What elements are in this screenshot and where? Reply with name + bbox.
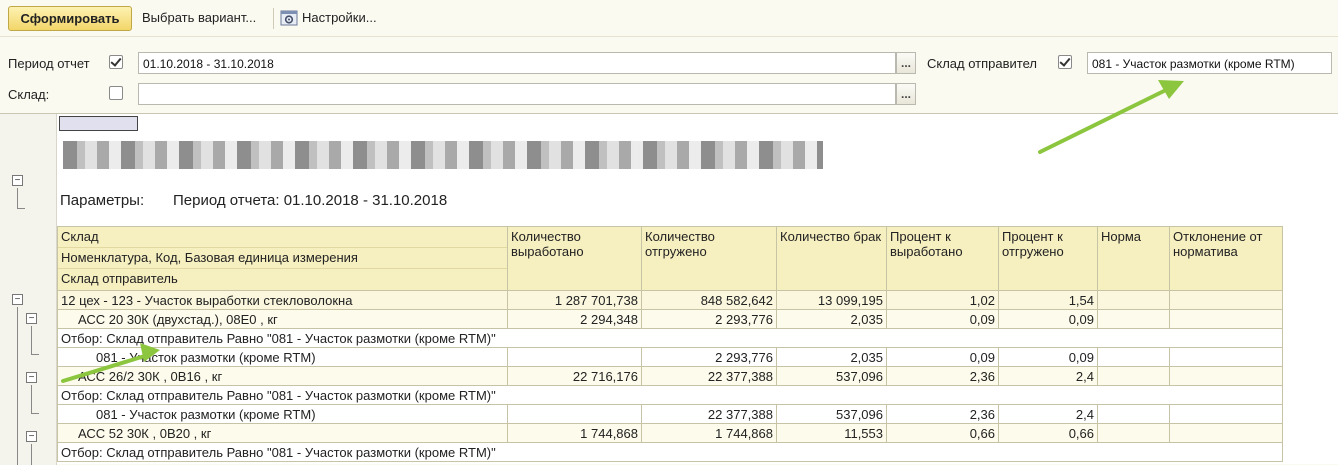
row-name[interactable]: АСС 20 30К (двухстад.), 08Е0 , кг	[57, 309, 508, 329]
sender-warehouse-input[interactable]: 081 - Участок размотки (кроме RTM)	[1087, 52, 1332, 74]
cell-pct-produced[interactable]: 1,02	[886, 290, 999, 310]
cell-defect[interactable]: 537,096	[776, 366, 887, 386]
header-deviation: Отклонение от норматива	[1169, 226, 1283, 291]
row-name[interactable]: АСС 26/2 30К , 0В16 , кг	[57, 366, 508, 386]
sender-warehouse-label: Склад отправител	[927, 56, 1037, 71]
settings-icon[interactable]	[280, 9, 298, 27]
cell-pct-produced[interactable]: 0,09	[886, 347, 999, 367]
cell-pct-shipped[interactable]: 1,54	[998, 290, 1098, 310]
grouping-gutter: − − − − −	[0, 114, 57, 465]
table-row: АСС 20 30К (двухстад.), 08Е0 , кг 2 294,3…	[57, 309, 1283, 329]
collapse-icon[interactable]: −	[26, 431, 37, 442]
filter-panel: Период отчет 01.10.2018 - 31.10.2018 ...…	[0, 37, 1338, 113]
cell-pct-shipped[interactable]: 2,4	[998, 404, 1098, 424]
cell-deviation[interactable]	[1169, 404, 1283, 424]
period-label: Период отчет	[8, 56, 90, 71]
filter-row: Отбор: Склад отправитель Равно "081 - Уч…	[57, 385, 1283, 405]
sender-warehouse-checkbox[interactable]	[1058, 55, 1072, 69]
cell-defect[interactable]: 2,035	[776, 309, 887, 329]
cell-norm[interactable]	[1097, 347, 1170, 367]
cell-defect[interactable]: 13 099,195	[776, 290, 887, 310]
cell-produced[interactable]: 1 744,868	[507, 423, 642, 443]
header-produced: Количество выработано	[507, 226, 642, 291]
collapse-icon[interactable]: −	[26, 372, 37, 383]
header-defect: Количество брак	[776, 226, 887, 291]
cell-deviation[interactable]	[1169, 290, 1283, 310]
params-value: Период отчета: 01.10.2018 - 31.10.2018	[173, 192, 448, 209]
cell-pct-produced[interactable]: 0,66	[886, 423, 999, 443]
report-area: − − − − − Параметры: Период отчета: 01.1…	[0, 113, 1338, 465]
filter-text: Отбор: Склад отправитель Равно "081 - Уч…	[57, 328, 1283, 348]
filter-row: Отбор: Склад отправитель Равно "081 - Уч…	[57, 442, 1283, 462]
period-input[interactable]: 01.10.2018 - 31.10.2018	[138, 52, 896, 74]
cell-pct-shipped[interactable]: 0,66	[998, 423, 1098, 443]
report-title-redacted	[63, 141, 823, 169]
collapse-icon[interactable]: −	[26, 313, 37, 324]
cell-shipped[interactable]: 1 744,868	[641, 423, 777, 443]
filter-row: Отбор: Склад отправитель Равно "081 - Уч…	[57, 328, 1283, 348]
cell-pct-shipped[interactable]: 0,09	[998, 309, 1098, 329]
cell-produced[interactable]: 2 294,348	[507, 309, 642, 329]
group-row: 12 цех - 123 - Участок выработки стеклов…	[57, 290, 1283, 310]
params-label: Параметры:	[60, 192, 145, 209]
toolbar: Сформировать Выбрать вариант... Настройк…	[0, 0, 1338, 37]
header-row: Склад Номенклатура, Код, Базовая единица…	[57, 226, 1283, 291]
cell-produced[interactable]: 22 716,176	[507, 366, 642, 386]
cell-norm[interactable]	[1097, 404, 1170, 424]
cell-produced[interactable]	[507, 404, 642, 424]
header-pct-shipped: Процент к отгружено	[998, 226, 1098, 291]
collapse-icon[interactable]: −	[12, 175, 23, 186]
cell-norm[interactable]	[1097, 366, 1170, 386]
report-table: Склад Номенклатура, Код, Базовая единица…	[57, 226, 1283, 462]
row-name[interactable]: 081 - Участок размотки (кроме RTM)	[57, 347, 508, 367]
header-norm: Норма	[1097, 226, 1170, 291]
cell-defect[interactable]: 2,035	[776, 347, 887, 367]
table-row: АСС 52 30К , 0В20 , кг 1 744,868 1 744,868…	[57, 423, 1283, 443]
report-selection-marker	[59, 116, 138, 131]
header-shipped: Количество отгружено	[641, 226, 777, 291]
toolbar-separator	[273, 8, 274, 29]
cell-norm[interactable]	[1097, 309, 1170, 329]
cell-shipped[interactable]: 848 582,642	[641, 290, 777, 310]
collapse-icon[interactable]: −	[12, 294, 23, 305]
cell-shipped[interactable]: 2 293,776	[641, 309, 777, 329]
cell-norm[interactable]	[1097, 290, 1170, 310]
warehouse-input[interactable]	[138, 83, 896, 105]
cell-norm[interactable]	[1097, 423, 1170, 443]
warehouse-label: Склад:	[8, 87, 50, 102]
row-name[interactable]: АСС 52 30К , 0В20 , кг	[57, 423, 508, 443]
cell-pct-produced[interactable]: 2,36	[886, 404, 999, 424]
cell-pct-shipped[interactable]: 2,4	[998, 366, 1098, 386]
cell-deviation[interactable]	[1169, 423, 1283, 443]
cell-defect[interactable]: 11,553	[776, 423, 887, 443]
filter-text: Отбор: Склад отправитель Равно "081 - Уч…	[57, 385, 1283, 405]
select-variant-button[interactable]: Выбрать вариант...	[142, 10, 256, 25]
cell-shipped[interactable]: 22 377,388	[641, 404, 777, 424]
cell-deviation[interactable]	[1169, 309, 1283, 329]
cell-shipped[interactable]: 22 377,388	[641, 366, 777, 386]
warehouse-checkbox[interactable]	[109, 86, 123, 100]
generate-button[interactable]: Сформировать	[8, 6, 132, 31]
cell-defect[interactable]: 537,096	[776, 404, 887, 424]
period-checkbox[interactable]	[109, 55, 123, 69]
table-row: 081 - Участок размотки (кроме RTM) 2 293,…	[57, 347, 1283, 367]
cell-shipped[interactable]: 2 293,776	[641, 347, 777, 367]
header-pct-produced: Процент к выработано	[886, 226, 999, 291]
row-name[interactable]: 081 - Участок размотки (кроме RTM)	[57, 404, 508, 424]
settings-button[interactable]: Настройки...	[302, 10, 377, 25]
period-browse-button[interactable]: ...	[896, 52, 916, 74]
table-row: АСС 26/2 30К , 0В16 , кг 22 716,176 22 377…	[57, 366, 1283, 386]
cell-deviation[interactable]	[1169, 366, 1283, 386]
cell-produced[interactable]: 1 287 701,738	[507, 290, 642, 310]
warehouse-browse-button[interactable]: ...	[896, 83, 916, 105]
cell-deviation[interactable]	[1169, 347, 1283, 367]
table-row: 081 - Участок размотки (кроме RTM) 22 377…	[57, 404, 1283, 424]
cell-produced[interactable]	[507, 347, 642, 367]
header-dimensions: Склад Номенклатура, Код, Базовая единица…	[57, 226, 508, 291]
row-name[interactable]: 12 цех - 123 - Участок выработки стеклов…	[57, 290, 508, 310]
cell-pct-produced[interactable]: 2,36	[886, 366, 999, 386]
cell-pct-shipped[interactable]: 0,09	[998, 347, 1098, 367]
filter-text: Отбор: Склад отправитель Равно "081 - Уч…	[57, 442, 1283, 462]
cell-pct-produced[interactable]: 0,09	[886, 309, 999, 329]
